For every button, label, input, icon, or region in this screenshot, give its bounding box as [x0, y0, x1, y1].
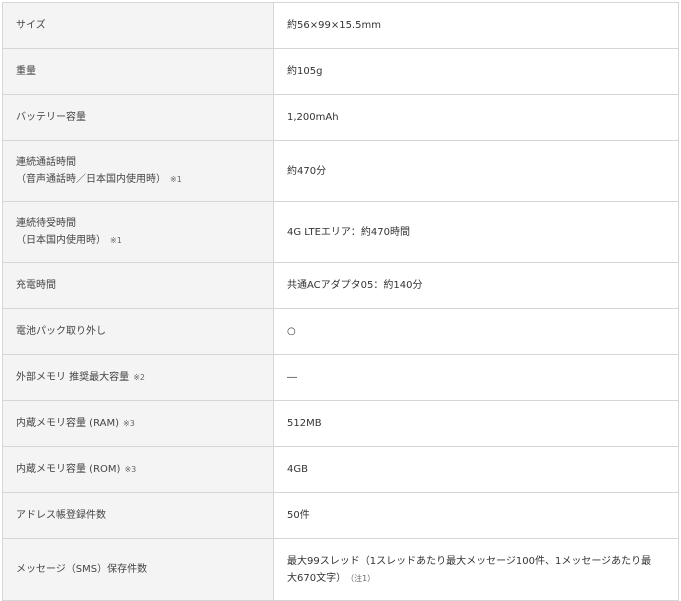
spec-label-sub: （音声通話時／日本国内使用時） ※1	[16, 171, 260, 188]
footnote-mark: ※1	[170, 175, 182, 184]
spec-value: 4G LTEエリア：約470時間	[273, 201, 679, 263]
footnote-mark: ※3	[123, 419, 135, 428]
spec-value: 最大99スレッド（1スレッドあたり最大メッセージ100件、1メッセージあたり最 …	[273, 538, 679, 601]
spec-value: 1,200mAh	[273, 94, 679, 141]
spec-value: 約470分	[273, 140, 679, 202]
table-row: 外部メモリ 推奨最大容量 ※2 ―	[2, 354, 679, 401]
spec-label-text: 連続通話時間	[16, 157, 76, 168]
spec-value: 50件	[273, 492, 679, 539]
table-row: 内蔵メモリ容量 (RAM) ※3 512MB	[2, 400, 679, 447]
spec-label-text: サイズ	[16, 20, 46, 31]
spec-label-text: 充電時間	[16, 280, 56, 291]
footnote-mark: ※1	[110, 236, 122, 245]
spec-value-text: 約105g	[287, 66, 323, 77]
spec-label: 重量	[2, 48, 274, 95]
spec-value-text: 約470分	[287, 165, 327, 177]
spec-value-text: ―	[287, 372, 297, 383]
table-row: 連続待受時間 （日本国内使用時） ※1 4G LTEエリア：約470時間	[2, 201, 679, 263]
spec-value-text: 大670文字）	[287, 572, 347, 584]
spec-value-text: 共通ACアダプタ05：約140分	[287, 280, 423, 291]
spec-label: アドレス帳登録件数	[2, 492, 274, 539]
spec-value: 4GB	[273, 446, 679, 493]
spec-label: サイズ	[2, 2, 274, 49]
spec-label-text: バッテリー容量	[16, 112, 86, 123]
spec-label-sub: （日本国内使用時） ※1	[16, 232, 260, 249]
spec-label: 電池パック取り外し	[2, 308, 274, 355]
spec-value: 512MB	[273, 400, 679, 447]
spec-value-line2: 大670文字） （注1）	[287, 570, 665, 587]
table-row: サイズ 約56×99×15.5mm	[2, 2, 679, 49]
spec-label-text: 内蔵メモリ容量 (ROM)	[16, 464, 121, 475]
spec-label: 充電時間	[2, 262, 274, 309]
spec-value-text: 約56×99×15.5mm	[287, 20, 381, 31]
spec-value-text: 512MB	[287, 418, 322, 429]
spec-label-text: 連続待受時間	[16, 218, 76, 229]
spec-value-text: 最大99スレッド（1スレッドあたり最大メッセージ100件、1メッセージあたり最	[287, 555, 652, 567]
spec-label-text: 外部メモリ 推奨最大容量	[16, 372, 130, 383]
table-row: 連続通話時間 （音声通話時／日本国内使用時） ※1 約470分	[2, 140, 679, 202]
spec-label-text: 重量	[16, 66, 36, 77]
spec-value: 約56×99×15.5mm	[273, 2, 679, 49]
spec-label: 連続待受時間 （日本国内使用時） ※1	[2, 201, 274, 263]
spec-value: 約105g	[273, 48, 679, 95]
spec-label: 内蔵メモリ容量 (RAM) ※3	[2, 400, 274, 447]
table-row: 内蔵メモリ容量 (ROM) ※3 4GB	[2, 446, 679, 493]
spec-label: 連続通話時間 （音声通話時／日本国内使用時） ※1	[2, 140, 274, 202]
table-row: 充電時間 共通ACアダプタ05：約140分	[2, 262, 679, 309]
spec-value: 共通ACアダプタ05：約140分	[273, 262, 679, 309]
spec-value-text: 4GB	[287, 464, 308, 475]
spec-value-text: 1,200mAh	[287, 112, 339, 123]
spec-label-sub-text: （音声通話時／日本国内使用時）	[16, 174, 166, 185]
table-row: 重量 約105g	[2, 48, 679, 95]
footnote-mark: ※2	[133, 373, 145, 382]
table-row: バッテリー容量 1,200mAh	[2, 94, 679, 141]
spec-label: 内蔵メモリ容量 (ROM) ※3	[2, 446, 274, 493]
spec-label: 外部メモリ 推奨最大容量 ※2	[2, 354, 274, 401]
spec-value-text: 4G LTEエリア：約470時間	[287, 226, 410, 238]
spec-label-text: メッセージ（SMS）保存件数	[16, 564, 148, 575]
spec-value-text: 50件	[287, 510, 310, 521]
spec-table: サイズ 約56×99×15.5mm 重量 約105g バッテリー容量 1,200…	[2, 2, 679, 601]
spec-label: メッセージ（SMS）保存件数	[2, 538, 274, 601]
spec-value: ○	[273, 308, 679, 355]
spec-value: ―	[273, 354, 679, 401]
spec-label: バッテリー容量	[2, 94, 274, 141]
table-row: 電池パック取り外し ○	[2, 308, 679, 355]
spec-label-text: 内蔵メモリ容量 (RAM)	[16, 418, 119, 429]
spec-label-sub-text: （日本国内使用時）	[16, 235, 106, 246]
spec-value-text: ○	[287, 326, 296, 337]
spec-label-text: 電池パック取り外し	[16, 326, 106, 337]
table-row: メッセージ（SMS）保存件数 最大99スレッド（1スレッドあたり最大メッセージ1…	[2, 538, 679, 601]
footnote-mark: ※3	[124, 465, 137, 474]
spec-label-text: アドレス帳登録件数	[16, 510, 106, 521]
footnote-mark: （注1）	[350, 573, 376, 583]
table-row: アドレス帳登録件数 50件	[2, 492, 679, 539]
